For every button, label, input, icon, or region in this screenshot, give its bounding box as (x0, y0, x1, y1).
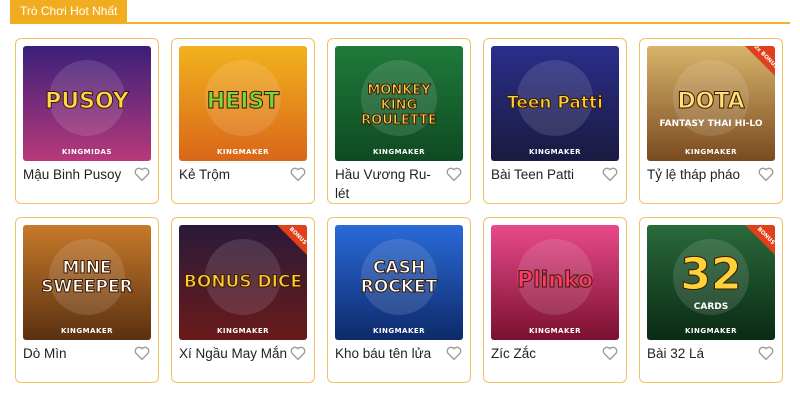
game-art-title: CASH (373, 258, 425, 278)
heart-icon[interactable] (289, 344, 307, 362)
provider-logo: KINGMIDAS (62, 148, 112, 156)
game-art-subtitle: CARDS (694, 302, 728, 312)
game-thumbnail[interactable]: MONKEY KING ROULETTE KINGMAKER (335, 46, 463, 161)
game-card[interactable]: MINE SWEEPER KINGMAKER Dò Mìn (15, 217, 159, 383)
heart-icon[interactable] (133, 165, 151, 183)
provider-logo: KINGMAKER (61, 327, 113, 335)
game-name[interactable]: Bài Teen Patti (491, 165, 601, 184)
game-art-title: ROULETTE (361, 113, 437, 128)
game-thumbnail[interactable]: PUSOY KINGMIDAS (23, 46, 151, 161)
game-card[interactable]: 32 CARDS KINGMAKER BONUS Bài 32 Lá (639, 217, 783, 383)
game-art-title: PUSOY (45, 89, 130, 114)
game-art-title: BONUS DICE (184, 272, 302, 292)
game-name[interactable]: Hầu Vương Ru-lét (335, 165, 445, 203)
provider-logo: KINGMAKER (529, 148, 581, 156)
game-art-title: DOTA (677, 89, 744, 114)
game-thumbnail[interactable]: DOTA FANTASY THAI HI-LO KINGMAKER 2x BONUS (647, 46, 775, 161)
game-card[interactable]: BONUS DICE KINGMAKER BONUS Xí Ngầu May Mắn (171, 217, 315, 383)
game-art-title: MONKEY (367, 83, 431, 98)
provider-logo: KINGMAKER (217, 327, 269, 335)
game-name[interactable]: Zíc Zắc (491, 344, 601, 363)
game-name[interactable]: Bài 32 Lá (647, 344, 757, 363)
game-card[interactable]: DOTA FANTASY THAI HI-LO KINGMAKER 2x BONUS T… (639, 38, 783, 204)
heart-icon[interactable] (445, 344, 463, 362)
game-name[interactable]: Kẻ Trộm (179, 165, 289, 184)
game-art-title: MINE (62, 258, 111, 278)
heart-icon[interactable] (445, 165, 463, 183)
game-art-title: Plinko (517, 268, 593, 293)
heart-icon[interactable] (757, 344, 775, 362)
heart-icon[interactable] (133, 344, 151, 362)
game-thumbnail[interactable]: CASH ROCKET KINGMAKER (335, 225, 463, 340)
game-card[interactable]: PUSOY KINGMIDAS Mậu Binh Pusoy (15, 38, 159, 204)
game-art-title: HEIST (207, 89, 279, 114)
game-thumbnail[interactable]: HEIST KINGMAKER (179, 46, 307, 161)
game-thumbnail[interactable]: BONUS DICE KINGMAKER BONUS (179, 225, 307, 340)
game-card[interactable]: MONKEY KING ROULETTE KINGMAKER Hầu Vương Ru-… (327, 38, 471, 204)
game-card[interactable]: HEIST KINGMAKER Kẻ Trộm (171, 38, 315, 204)
provider-logo: KINGMAKER (529, 327, 581, 335)
game-card[interactable]: Plinko KINGMAKER Zíc Zắc (483, 217, 627, 383)
game-thumbnail[interactable]: Teen Patti KINGMAKER (491, 46, 619, 161)
game-thumbnail[interactable]: 32 CARDS KINGMAKER BONUS (647, 225, 775, 340)
provider-logo: KINGMAKER (217, 148, 269, 156)
game-thumbnail[interactable]: Plinko KINGMAKER (491, 225, 619, 340)
game-grid: PUSOY KINGMIDAS Mậu Binh Pusoy HEIST KINGMAK… (0, 0, 800, 400)
provider-logo: KINGMAKER (373, 327, 425, 335)
game-art-title: Teen Patti (507, 93, 603, 113)
game-card[interactable]: CASH ROCKET KINGMAKER Kho báu tên lửa (327, 217, 471, 383)
provider-logo: KINGMAKER (685, 148, 737, 156)
provider-logo: KINGMAKER (685, 327, 737, 335)
game-name[interactable]: Kho báu tên lửa (335, 344, 445, 363)
heart-icon[interactable] (757, 165, 775, 183)
game-card[interactable]: Teen Patti KINGMAKER Bài Teen Patti (483, 38, 627, 204)
heart-icon[interactable] (289, 165, 307, 183)
game-art-title: 32 (680, 249, 741, 300)
heart-icon[interactable] (601, 344, 619, 362)
game-art-subtitle: FANTASY THAI HI-LO (660, 119, 763, 129)
game-name[interactable]: Tỷ lệ tháp pháo (647, 165, 757, 184)
game-art-title: ROCKET (361, 277, 438, 297)
game-name[interactable]: Mậu Binh Pusoy (23, 165, 133, 184)
game-thumbnail[interactable]: MINE SWEEPER KINGMAKER (23, 225, 151, 340)
game-art-title: KING (381, 98, 417, 113)
game-name[interactable]: Xí Ngầu May Mắn (179, 344, 289, 363)
game-name[interactable]: Dò Mìn (23, 344, 133, 363)
heart-icon[interactable] (601, 165, 619, 183)
provider-logo: KINGMAKER (373, 148, 425, 156)
game-art-title: SWEEPER (41, 277, 132, 297)
